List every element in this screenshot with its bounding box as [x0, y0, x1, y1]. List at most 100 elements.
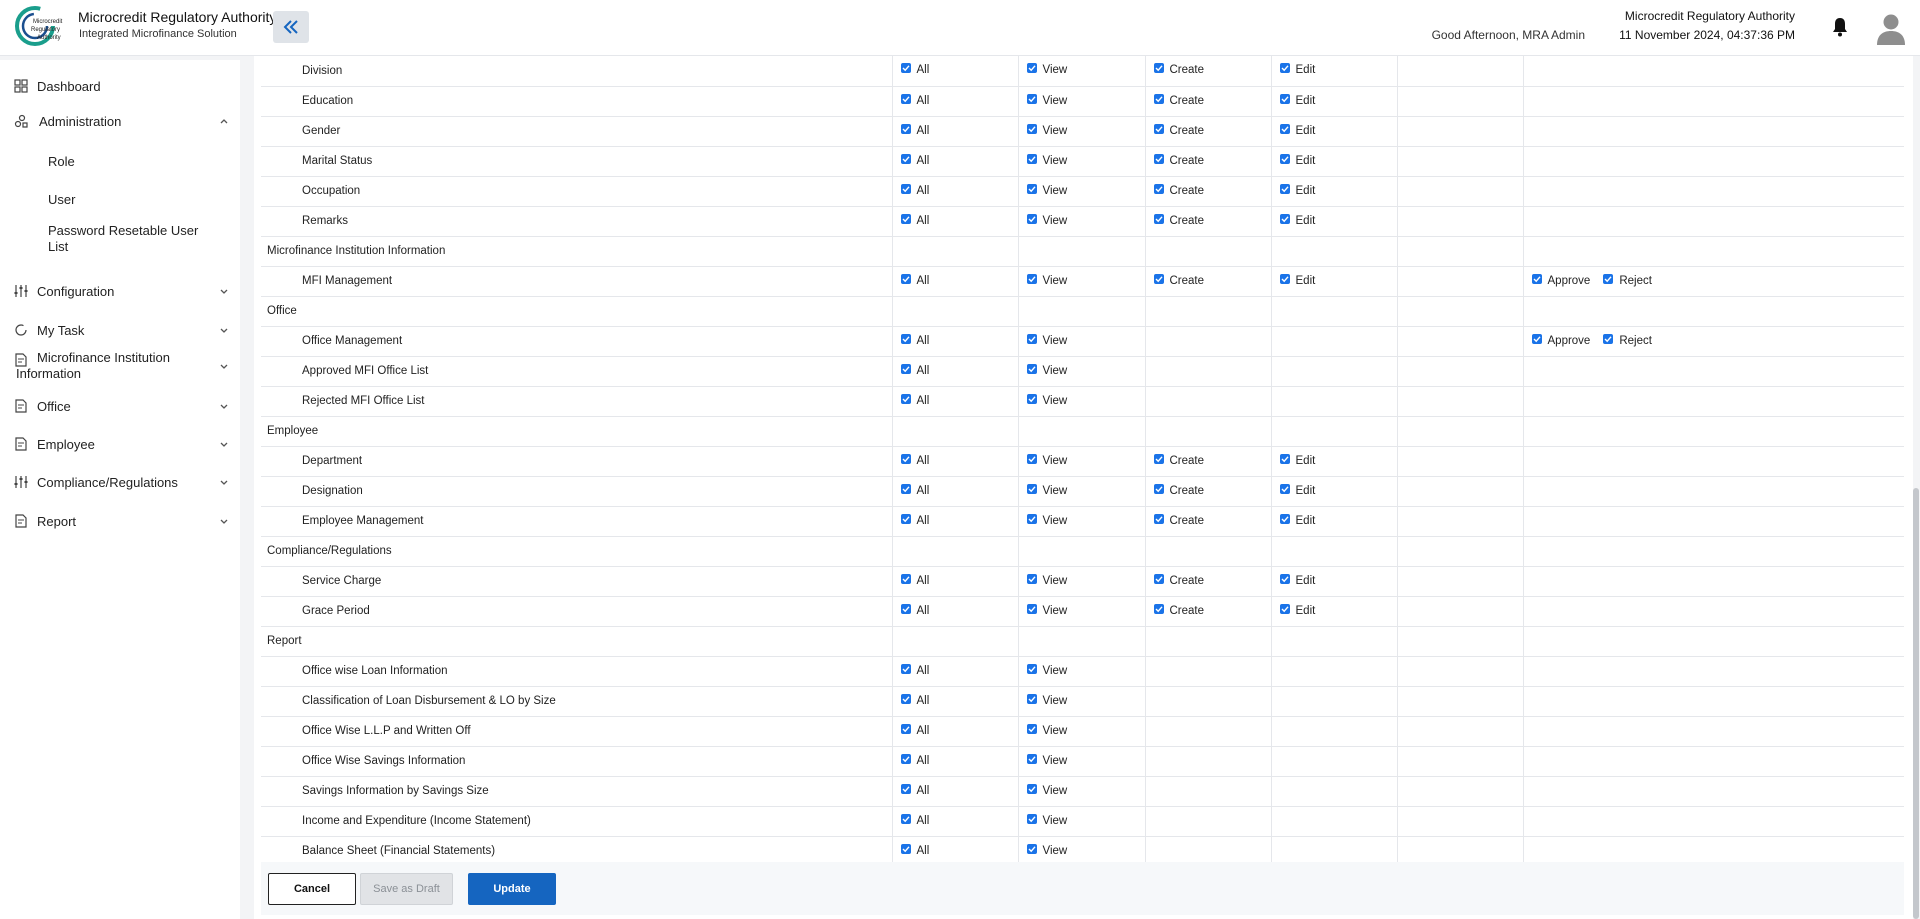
checkbox-checked-icon[interactable]: [1279, 513, 1290, 524]
checkbox-checked-icon[interactable]: [1026, 393, 1037, 404]
checkbox-checked-icon[interactable]: [900, 603, 911, 614]
permission-checkbox-create[interactable]: Create: [1153, 603, 1204, 617]
permission-checkbox-create[interactable]: Create: [1153, 153, 1204, 167]
checkbox-checked-icon[interactable]: [900, 693, 911, 704]
permission-checkbox-edit[interactable]: Edit: [1279, 453, 1315, 467]
checkbox-checked-icon[interactable]: [1153, 63, 1164, 74]
permission-checkbox-approve[interactable]: Approve: [1531, 333, 1590, 347]
checkbox-checked-icon[interactable]: [1153, 513, 1164, 524]
permission-checkbox-view[interactable]: View: [1026, 483, 1067, 497]
checkbox-checked-icon[interactable]: [1153, 603, 1164, 614]
checkbox-checked-icon[interactable]: [900, 573, 911, 584]
permission-checkbox-all[interactable]: All: [900, 843, 929, 857]
permission-checkbox-all[interactable]: All: [900, 753, 929, 767]
permission-checkbox-reject[interactable]: Reject: [1603, 273, 1652, 287]
permission-checkbox-view[interactable]: View: [1026, 123, 1067, 137]
permission-checkbox-create[interactable]: Create: [1153, 453, 1204, 467]
permission-checkbox-view[interactable]: View: [1026, 753, 1067, 767]
checkbox-checked-icon[interactable]: [1026, 93, 1037, 104]
checkbox-checked-icon[interactable]: [900, 93, 911, 104]
sidebar-item-dashboard[interactable]: Dashboard: [0, 78, 240, 94]
checkbox-checked-icon[interactable]: [1026, 843, 1037, 854]
permission-checkbox-all[interactable]: All: [900, 333, 929, 347]
permission-checkbox-view[interactable]: View: [1026, 393, 1067, 407]
permission-checkbox-all[interactable]: All: [900, 573, 929, 587]
permission-checkbox-edit[interactable]: Edit: [1279, 483, 1315, 497]
checkbox-checked-icon[interactable]: [1026, 123, 1037, 134]
permission-checkbox-view[interactable]: View: [1026, 363, 1067, 377]
permission-checkbox-all[interactable]: All: [900, 363, 929, 377]
checkbox-checked-icon[interactable]: [1026, 783, 1037, 794]
checkbox-checked-icon[interactable]: [1026, 213, 1037, 224]
permission-checkbox-all[interactable]: All: [900, 273, 929, 287]
update-button[interactable]: Update: [468, 873, 556, 905]
permission-checkbox-all[interactable]: All: [900, 393, 929, 407]
checkbox-checked-icon[interactable]: [900, 753, 911, 764]
checkbox-checked-icon[interactable]: [1026, 273, 1037, 284]
permission-checkbox-create[interactable]: Create: [1153, 93, 1204, 107]
permission-checkbox-all[interactable]: All: [900, 723, 929, 737]
checkbox-checked-icon[interactable]: [1279, 603, 1290, 614]
checkbox-checked-icon[interactable]: [900, 273, 911, 284]
checkbox-checked-icon[interactable]: [1279, 63, 1290, 74]
collapse-sidebar-button[interactable]: [273, 11, 309, 43]
checkbox-checked-icon[interactable]: [900, 393, 911, 404]
checkbox-checked-icon[interactable]: [1279, 213, 1290, 224]
checkbox-checked-icon[interactable]: [1026, 573, 1037, 584]
checkbox-checked-icon[interactable]: [1026, 663, 1037, 674]
permission-checkbox-all[interactable]: All: [900, 213, 929, 227]
permission-checkbox-create[interactable]: Create: [1153, 483, 1204, 497]
checkbox-checked-icon[interactable]: [1279, 453, 1290, 464]
permission-checkbox-edit[interactable]: Edit: [1279, 273, 1315, 287]
sidebar-item-compliance-regulations[interactable]: Compliance/Regulations: [0, 474, 240, 490]
sidebar-item-configuration[interactable]: Configuration: [0, 283, 240, 299]
checkbox-checked-icon[interactable]: [1279, 573, 1290, 584]
sidebar-item-employee[interactable]: Employee: [0, 436, 240, 452]
sidebar-subitem-user[interactable]: User: [48, 192, 208, 208]
permission-checkbox-edit[interactable]: Edit: [1279, 123, 1315, 137]
permission-checkbox-view[interactable]: View: [1026, 693, 1067, 707]
permission-checkbox-edit[interactable]: Edit: [1279, 513, 1315, 527]
permission-checkbox-view[interactable]: View: [1026, 663, 1067, 677]
sidebar-item-report[interactable]: Report: [0, 513, 240, 529]
permission-checkbox-view[interactable]: View: [1026, 843, 1067, 857]
sidebar-subitem-password-resetable-user-list[interactable]: Password Resetable User List: [48, 223, 208, 255]
permission-checkbox-edit[interactable]: Edit: [1279, 183, 1315, 197]
checkbox-checked-icon[interactable]: [900, 783, 911, 794]
permission-checkbox-all[interactable]: All: [900, 813, 929, 827]
checkbox-checked-icon[interactable]: [1026, 603, 1037, 614]
permission-checkbox-all[interactable]: All: [900, 783, 929, 797]
permission-checkbox-view[interactable]: View: [1026, 513, 1067, 527]
checkbox-checked-icon[interactable]: [1026, 483, 1037, 494]
checkbox-checked-icon[interactable]: [1279, 153, 1290, 164]
permission-checkbox-view[interactable]: View: [1026, 183, 1067, 197]
permission-checkbox-approve[interactable]: Approve: [1531, 273, 1590, 287]
save-as-draft-button[interactable]: Save as Draft: [360, 873, 453, 905]
permission-checkbox-reject[interactable]: Reject: [1603, 333, 1652, 347]
permission-checkbox-all[interactable]: All: [900, 663, 929, 677]
checkbox-checked-icon[interactable]: [1026, 153, 1037, 164]
checkbox-checked-icon[interactable]: [900, 123, 911, 134]
permission-checkbox-edit[interactable]: Edit: [1279, 93, 1315, 107]
notification-bell-icon[interactable]: [1831, 17, 1849, 37]
checkbox-checked-icon[interactable]: [900, 183, 911, 194]
permission-checkbox-all[interactable]: All: [900, 453, 929, 467]
checkbox-checked-icon[interactable]: [900, 483, 911, 494]
permission-checkbox-view[interactable]: View: [1026, 93, 1067, 107]
sidebar-item-office[interactable]: Office: [0, 398, 240, 414]
checkbox-checked-icon[interactable]: [1026, 513, 1037, 524]
checkbox-checked-icon[interactable]: [1279, 483, 1290, 494]
checkbox-checked-icon[interactable]: [1026, 753, 1037, 764]
permission-checkbox-create[interactable]: Create: [1153, 513, 1204, 527]
permission-checkbox-view[interactable]: View: [1026, 723, 1067, 737]
checkbox-checked-icon[interactable]: [900, 153, 911, 164]
checkbox-checked-icon[interactable]: [900, 333, 911, 344]
checkbox-checked-icon[interactable]: [1153, 213, 1164, 224]
checkbox-checked-icon[interactable]: [900, 513, 911, 524]
permission-checkbox-all[interactable]: All: [900, 153, 929, 167]
checkbox-checked-icon[interactable]: [1026, 453, 1037, 464]
permission-checkbox-view[interactable]: View: [1026, 333, 1067, 347]
sidebar-item-my-task[interactable]: My Task: [0, 322, 240, 338]
checkbox-checked-icon[interactable]: [1026, 333, 1037, 344]
permission-checkbox-all[interactable]: All: [900, 183, 929, 197]
